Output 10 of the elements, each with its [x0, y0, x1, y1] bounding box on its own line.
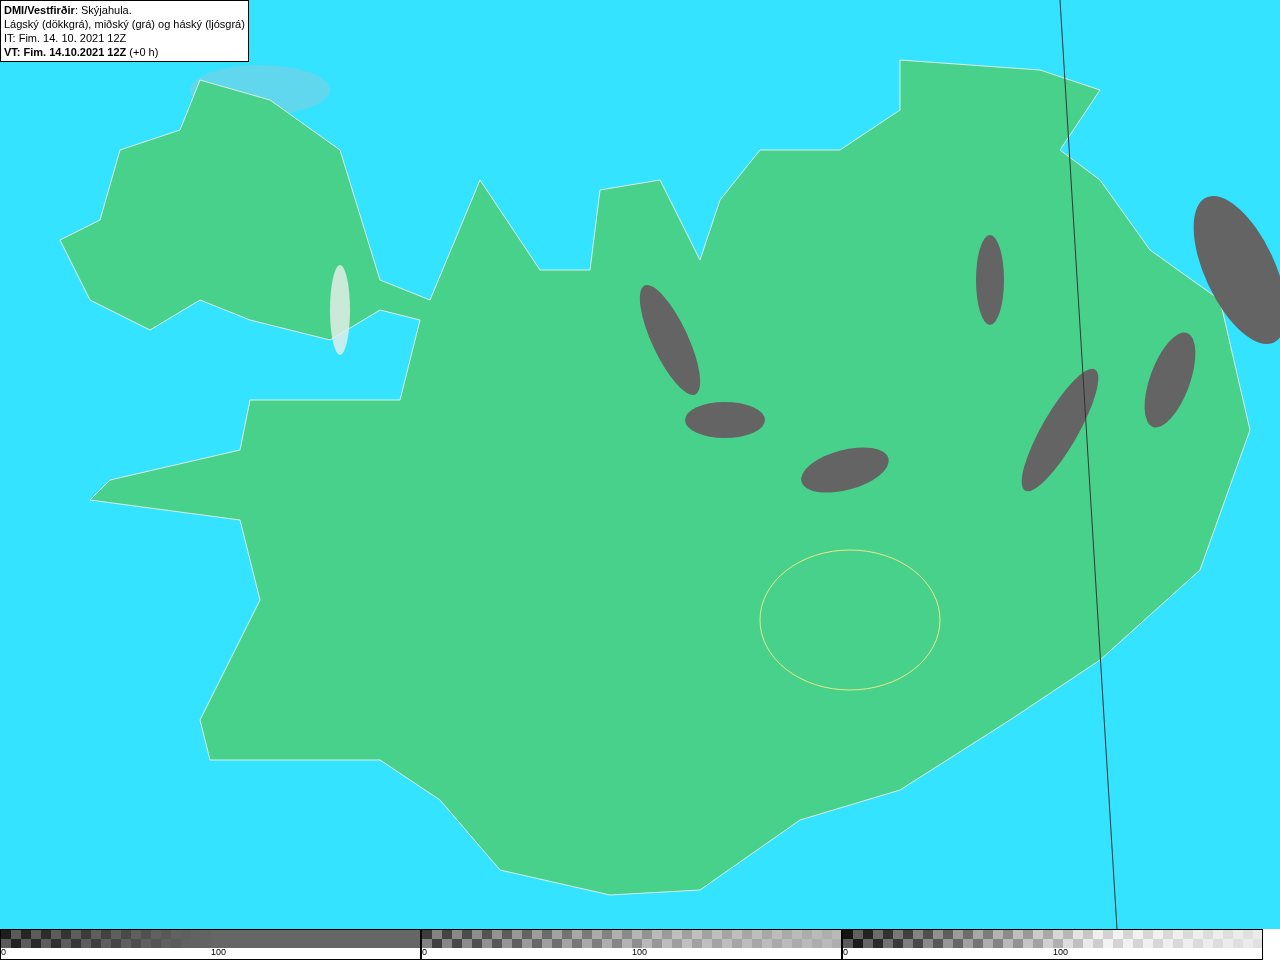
- legend-text: DMI/Vestfirðir: Skýjahula.: [4, 3, 133, 17]
- legend-text: Lágský (dökkgrá), miðský (grá) og háský (ljósgrá): [4, 17, 245, 31]
- legend-text: VT: Fim. 14.10.2021 12Z (+0 h): [4, 45, 160, 59]
- scale-label: 100: [632, 947, 648, 958]
- scale-label: 0: [422, 947, 427, 958]
- scale-label: 100: [1053, 947, 1069, 958]
- scale-label: 100: [211, 947, 227, 958]
- legend-text: IT: Fim. 14. 10. 2021 12Z: [4, 31, 128, 45]
- scale-label: 0: [1, 947, 6, 958]
- scale-label: 0: [843, 947, 848, 958]
